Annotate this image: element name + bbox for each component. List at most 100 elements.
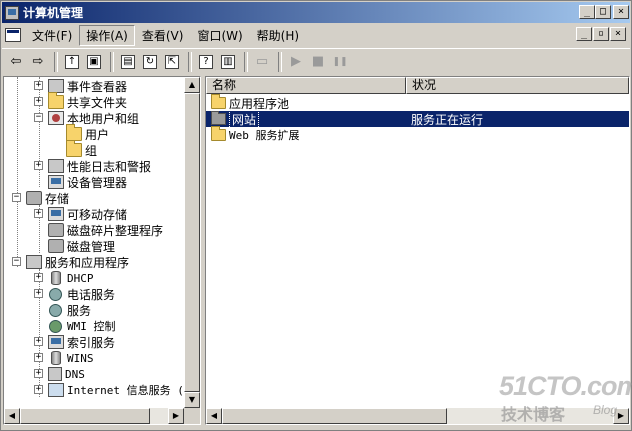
tree-item-shared-folders[interactable]: + 共享文件夹 bbox=[30, 92, 128, 110]
list-item-selected[interactable]: 网站 服务正在运行 bbox=[206, 109, 629, 129]
scroll-down-button[interactable]: ▼ bbox=[184, 392, 200, 408]
menu-view[interactable]: 查看(V) bbox=[135, 25, 191, 46]
toolbar-separator bbox=[110, 51, 114, 72]
tree-item-label: Internet 信息服务 (II bbox=[67, 384, 198, 397]
scroll-left-button[interactable]: ◀ bbox=[4, 408, 20, 424]
iis-icon bbox=[48, 383, 64, 397]
expand-icon[interactable]: + bbox=[34, 289, 43, 298]
refresh-icon[interactable]: ↻ bbox=[140, 52, 160, 72]
toolbar: ⇦ ⇨ ↑ ▣ ▤ ↻ ⇱ ? ▥ ▭ ▶ ■ ❚❚ bbox=[2, 48, 630, 74]
scrollbar-corner bbox=[184, 408, 200, 424]
expand-icon[interactable]: + bbox=[34, 337, 43, 346]
up-folder-icon[interactable]: ↑ bbox=[62, 52, 82, 72]
menu-action[interactable]: 操作(A) bbox=[79, 24, 135, 46]
watermark-brand: 51CTO.com bbox=[499, 371, 632, 401]
collapse-icon[interactable]: − bbox=[34, 113, 43, 122]
expand-icon[interactable]: + bbox=[34, 161, 43, 170]
connect-computer-icon[interactable]: ▭ bbox=[252, 52, 272, 72]
column-header-name[interactable]: 名称 bbox=[206, 77, 406, 94]
tree-item-iis[interactable]: + Internet 信息服务 (II bbox=[30, 382, 197, 398]
details-horizontal-scrollbar[interactable]: ◀ ▶ bbox=[206, 408, 629, 424]
back-arrow-icon[interactable]: ⇦ bbox=[6, 52, 26, 72]
maximize-button[interactable]: □ bbox=[595, 5, 611, 19]
tree-item-wins[interactable]: + WINS bbox=[30, 350, 94, 366]
tree-item-local-users-groups[interactable]: − 本地用户和组 bbox=[30, 110, 139, 126]
tree-item-disk-management[interactable]: 磁盘管理 bbox=[48, 238, 115, 254]
title-bar[interactable]: 计算机管理 _ □ × bbox=[2, 2, 630, 23]
tree-item-event-viewer[interactable]: + 事件查看器 bbox=[30, 78, 127, 94]
scroll-left-button[interactable]: ◀ bbox=[206, 408, 222, 424]
folder-icon bbox=[211, 94, 226, 109]
export-list-icon[interactable]: ⇱ bbox=[162, 52, 182, 72]
show-hide-tree-icon[interactable]: ▣ bbox=[84, 52, 104, 72]
tree-item-indexing[interactable]: + 索引服务 bbox=[30, 334, 115, 350]
scroll-thumb[interactable] bbox=[20, 408, 150, 424]
defrag-icon bbox=[48, 223, 64, 237]
pause-icon[interactable]: ❚❚ bbox=[330, 52, 350, 72]
toolbar-separator bbox=[278, 51, 282, 72]
help-icon[interactable]: ? bbox=[196, 52, 216, 72]
menu-file[interactable]: 文件(F) bbox=[25, 25, 79, 46]
tree-item-label: WMI 控制 bbox=[67, 320, 116, 333]
toolbar-separator bbox=[244, 51, 248, 72]
collapse-icon[interactable]: − bbox=[12, 193, 21, 202]
tree-item-label: 共享文件夹 bbox=[67, 95, 128, 110]
list-item[interactable]: Web 服务扩展 bbox=[206, 126, 629, 143]
mdi-close-button[interactable]: × bbox=[610, 27, 626, 41]
computer-management-window: 计算机管理 _ □ × 文件(F) 操作(A) 查看(V) 窗口(W) 帮助(H… bbox=[0, 0, 632, 431]
tree-item-defrag[interactable]: 磁盘碎片整理程序 bbox=[48, 222, 163, 238]
window-title: 计算机管理 bbox=[23, 6, 84, 20]
watermark-tagline: 技术博客 bbox=[501, 405, 566, 424]
scroll-up-button[interactable]: ▲ bbox=[184, 77, 200, 93]
expand-icon[interactable]: + bbox=[34, 97, 43, 106]
tree-item-performance-logs[interactable]: + 性能日志和警报 bbox=[30, 158, 151, 174]
expand-icon[interactable]: + bbox=[34, 273, 43, 282]
device-manager-icon bbox=[48, 175, 64, 189]
collapse-icon[interactable]: − bbox=[12, 257, 21, 266]
menu-window[interactable]: 窗口(W) bbox=[190, 25, 249, 46]
tree-item-removable-storage[interactable]: + 可移动存储 bbox=[30, 206, 127, 222]
tree-horizontal-scrollbar[interactable]: ◀ ▶ bbox=[4, 408, 184, 424]
tree-item-services-apps[interactable]: − 服务和应用程序 bbox=[8, 254, 129, 270]
tree-item-groups[interactable]: 组 bbox=[66, 140, 97, 158]
mdi-restore-button[interactable]: ▫ bbox=[593, 27, 609, 41]
play-icon[interactable]: ▶ bbox=[286, 52, 306, 72]
menu-help[interactable]: 帮助(H) bbox=[250, 25, 306, 46]
show-action-pane-icon[interactable]: ▥ bbox=[218, 52, 238, 72]
expand-icon[interactable]: + bbox=[34, 385, 43, 394]
properties-icon[interactable]: ▤ bbox=[118, 52, 138, 72]
tree-item-telephony[interactable]: + 电话服务 bbox=[30, 286, 115, 302]
mdi-minimize-button[interactable]: _ bbox=[576, 27, 592, 41]
list-item-name: 网站 bbox=[229, 109, 260, 129]
stop-icon[interactable]: ■ bbox=[308, 52, 328, 72]
tree-vertical-scrollbar[interactable]: ▲ ▼ bbox=[184, 77, 200, 408]
tree-item-dhcp[interactable]: + DHCP bbox=[30, 270, 94, 286]
expand-icon[interactable]: + bbox=[34, 81, 43, 90]
tree-item-storage[interactable]: − 存储 bbox=[8, 190, 69, 206]
up-folder-glyph: ↑ bbox=[65, 54, 79, 69]
expand-icon[interactable]: + bbox=[34, 209, 43, 218]
scroll-thumb[interactable] bbox=[222, 408, 447, 424]
folder-icon bbox=[66, 124, 82, 141]
close-button[interactable]: × bbox=[613, 5, 629, 19]
forward-arrow-icon[interactable]: ⇨ bbox=[28, 52, 48, 72]
list-item-status: 服务正在运行 bbox=[411, 112, 484, 127]
tree-item-wmi[interactable]: WMI 控制 bbox=[48, 318, 116, 334]
services-icon bbox=[49, 303, 62, 317]
tree-item-services[interactable]: 服务 bbox=[48, 302, 91, 318]
folder-icon bbox=[211, 111, 226, 125]
tree-item-dns[interactable]: + DNS bbox=[30, 366, 85, 382]
computer-management-icon bbox=[5, 5, 19, 20]
watermark-blog: Blog bbox=[593, 403, 618, 417]
tree-item-device-manager[interactable]: 设备管理器 bbox=[48, 174, 127, 190]
tree-item-label: 服务和应用程序 bbox=[45, 255, 130, 270]
column-header-status[interactable]: 状况 bbox=[406, 77, 629, 94]
expand-icon[interactable]: + bbox=[34, 353, 43, 362]
console-window-icon[interactable] bbox=[5, 28, 21, 42]
scroll-thumb[interactable] bbox=[184, 93, 200, 392]
console-tree-pane[interactable]: + 事件查看器 + 共享文件夹 − 本地用户和组 用户 组 + 性能日志和警报 bbox=[3, 76, 201, 425]
minimize-button[interactable]: _ bbox=[579, 5, 595, 19]
expand-icon[interactable]: + bbox=[34, 369, 43, 378]
tree-item-label: WINS bbox=[67, 351, 94, 365]
scroll-right-button[interactable]: ▶ bbox=[168, 408, 184, 424]
